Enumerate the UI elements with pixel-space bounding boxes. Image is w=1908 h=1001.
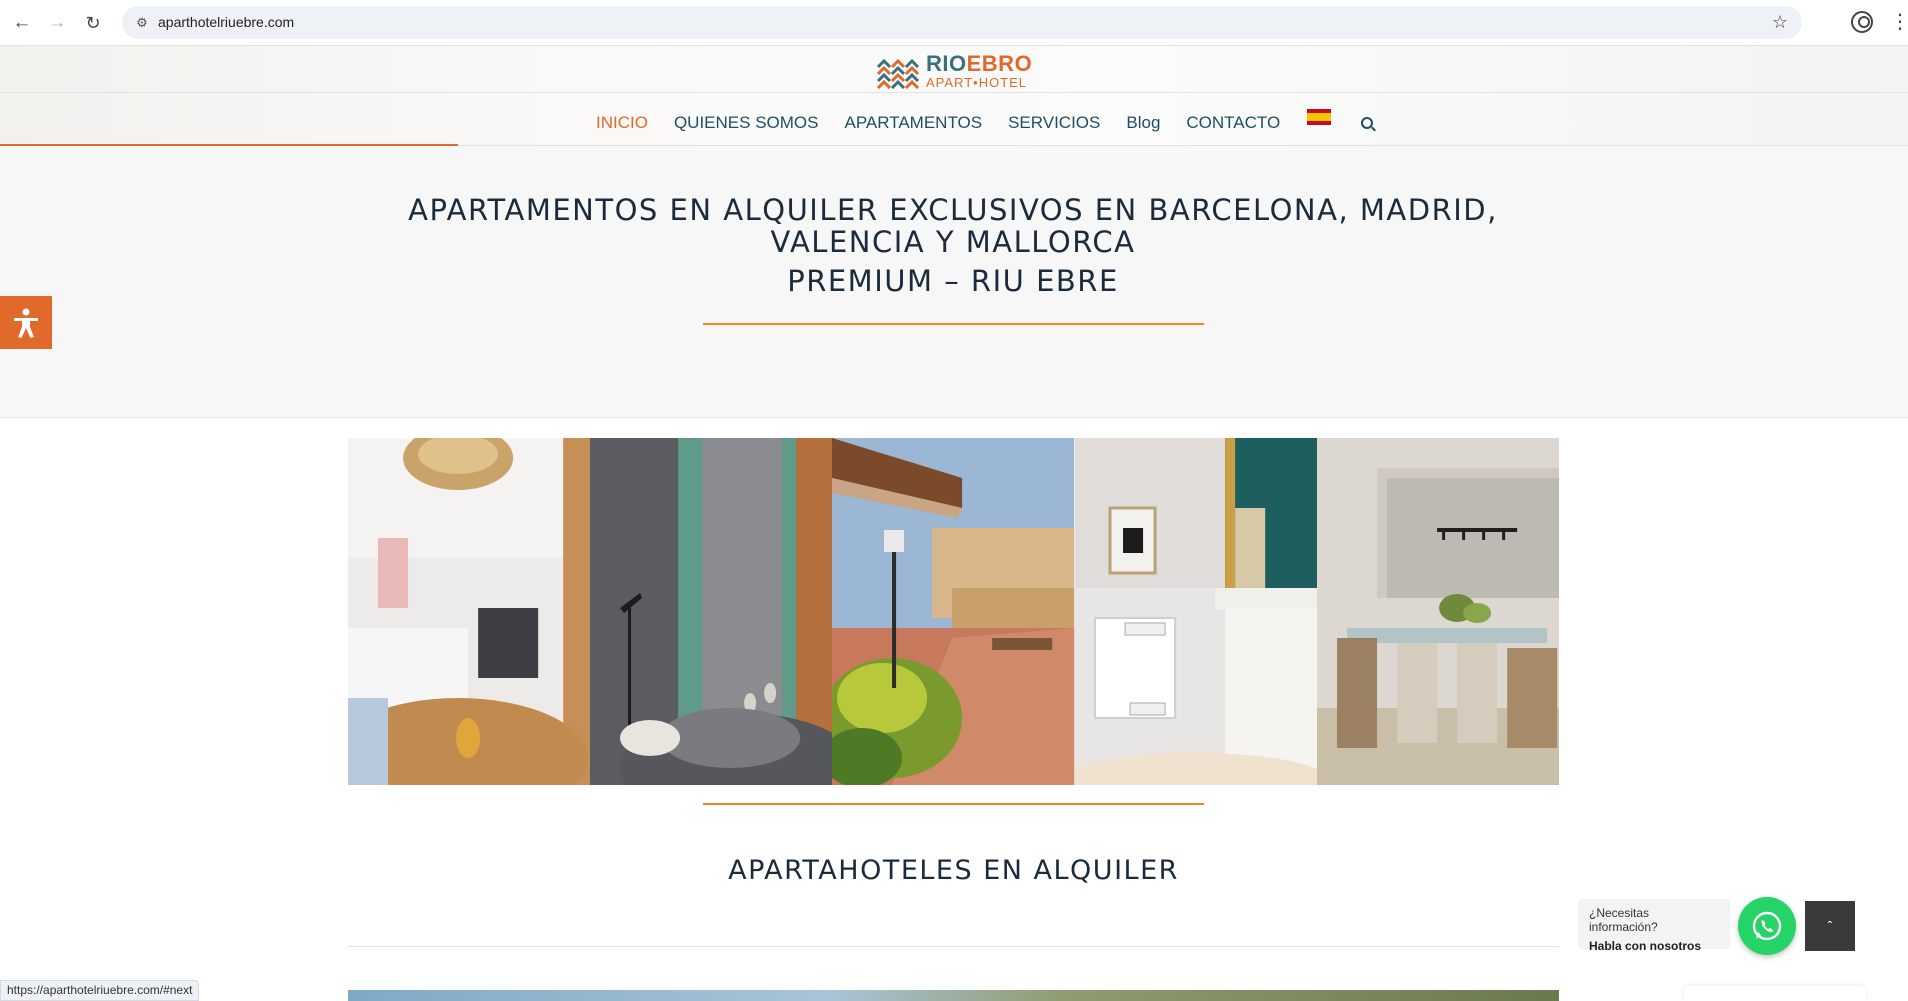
nav-item-quienes-somos[interactable]: QUIENES SOMOS xyxy=(661,100,832,146)
status-bar-url: https://aparthotelriuebre.com/#next xyxy=(0,980,200,1001)
site-settings-icon[interactable]: ⚙ xyxy=(134,15,150,31)
main-navigation: INICIO QUIENES SOMOS APARTAMENTOS SERVIC… xyxy=(583,100,1374,148)
nav-item-apartamentos[interactable]: APARTAMENTOS xyxy=(831,100,995,146)
address-bar[interactable]: ⚙ aparthotelriuebre.com ☆ xyxy=(122,6,1802,39)
gallery-underline xyxy=(703,803,1204,805)
dining-room-photo[interactable] xyxy=(1316,438,1560,785)
site-header: RIOEBRO APART•HOTEL INICIO QUIENES SOMOS… xyxy=(0,46,1908,148)
logo-mark-icon xyxy=(876,53,922,90)
nav-item-contacto[interactable]: CONTACTO xyxy=(1173,100,1293,146)
logo[interactable]: RIOEBRO APART•HOTEL xyxy=(876,52,1032,90)
header-divider xyxy=(0,92,1908,93)
fireplace-photo[interactable] xyxy=(1074,438,1317,785)
logo-text-ebro: EBRO xyxy=(966,51,1033,76)
living-room-photo[interactable] xyxy=(348,438,591,785)
whatsapp-bubble[interactable]: ¿Necesitas información? Habla con nosotr… xyxy=(1578,899,1730,953)
terrace-photo[interactable] xyxy=(832,438,1075,785)
section-title: APARTAHOTELES EN ALQUILER xyxy=(728,855,1179,886)
title-underline xyxy=(703,323,1204,325)
whatsapp-cta: Habla con nosotros xyxy=(1589,939,1702,953)
accessibility-icon xyxy=(14,308,38,338)
chevron-up-icon: ˆ xyxy=(1827,918,1833,934)
page-subtitle: PREMIUM – RIU EBRE xyxy=(787,264,1119,298)
hero-title-section: APARTAMENTOS EN ALQUILER EXCLUSIVOS EN B… xyxy=(0,146,1908,418)
back-icon[interactable]: ← xyxy=(9,10,35,36)
reload-icon[interactable]: ↻ xyxy=(80,10,106,36)
browser-toolbar: ← → ↻ ⚙ aparthotelriuebre.com ☆ ⋮ xyxy=(0,0,1908,46)
green-door-photo[interactable] xyxy=(590,438,833,785)
forward-icon[interactable]: → xyxy=(44,10,70,36)
url-text: aparthotelriuebre.com xyxy=(158,14,295,30)
logo-text-rio: RIO xyxy=(926,51,967,76)
section-separator xyxy=(348,946,1559,947)
whatsapp-question: ¿Necesitas información? xyxy=(1589,906,1658,934)
nav-item-inicio[interactable]: INICIO xyxy=(583,100,661,148)
scroll-to-top-button[interactable]: ˆ xyxy=(1805,901,1855,951)
accessibility-button[interactable] xyxy=(0,296,52,349)
spain-flag-icon[interactable] xyxy=(1307,109,1332,125)
whatsapp-icon xyxy=(1752,911,1782,941)
photo-gallery xyxy=(348,438,1560,785)
whatsapp-button[interactable] xyxy=(1738,897,1796,955)
profile-icon[interactable] xyxy=(1851,11,1873,33)
nav-item-blog[interactable]: Blog xyxy=(1113,100,1173,146)
nav-item-servicios[interactable]: SERVICIOS xyxy=(995,100,1113,146)
page-title: APARTAMENTOS EN ALQUILER EXCLUSIVOS EN B… xyxy=(408,193,1498,259)
search-icon[interactable] xyxy=(1361,117,1374,129)
next-section-image xyxy=(348,990,1559,1001)
browser-menu-icon[interactable]: ⋮ xyxy=(1890,10,1908,34)
logo-subtext: APART•HOTEL xyxy=(926,75,1028,90)
bookmark-star-icon[interactable]: ☆ xyxy=(1772,12,1788,33)
bottom-widget-card xyxy=(1684,986,1866,1001)
